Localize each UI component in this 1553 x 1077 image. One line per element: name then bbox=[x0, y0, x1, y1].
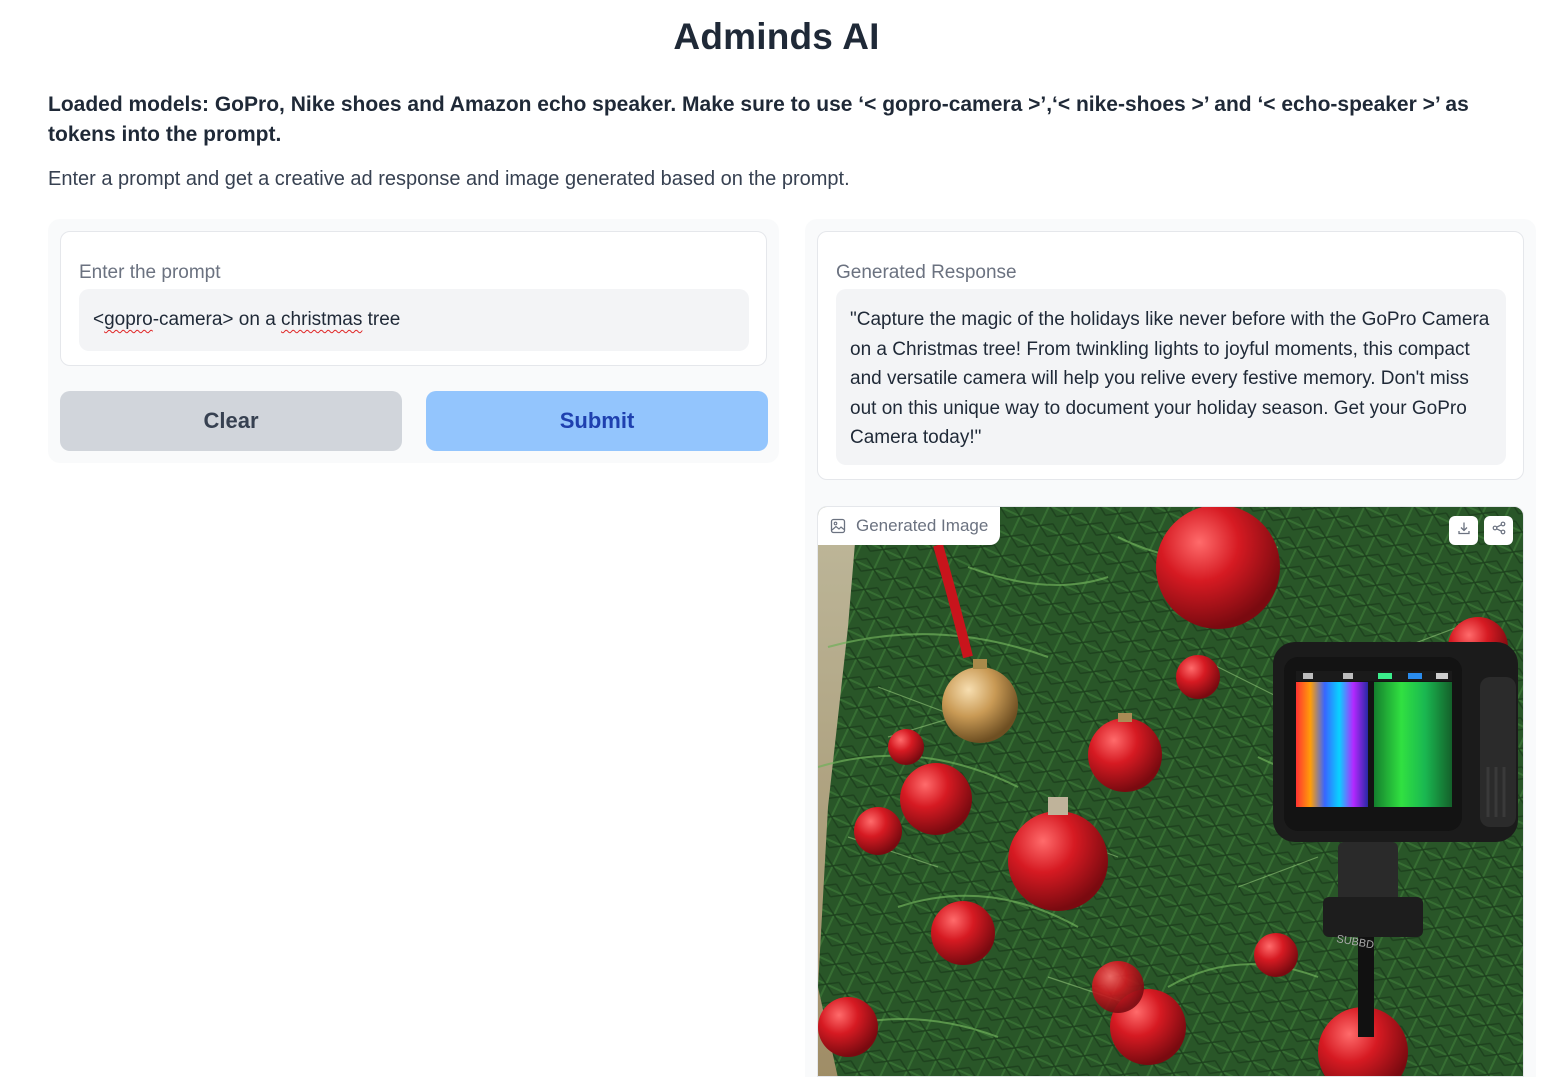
image-label: Generated Image bbox=[856, 516, 989, 535]
response-block: Generated Response "Capture the magic of… bbox=[817, 231, 1524, 480]
generated-image: SUBBD bbox=[818, 507, 1523, 1076]
prompt-text-part: -camera> on a bbox=[152, 309, 282, 330]
share-button[interactable] bbox=[1484, 516, 1513, 545]
image-label-badge: Generated Image bbox=[818, 507, 1001, 545]
prompt-textbox[interactable]: <gopro-camera> on a christmas tree bbox=[79, 289, 749, 351]
page-subtitle: Enter a prompt and get a creative ad res… bbox=[48, 168, 850, 190]
page-description: Loaded models: GoPro, Nike shoes and Ama… bbox=[48, 93, 1469, 146]
image-icon bbox=[830, 518, 846, 534]
prompt-block: Enter the prompt <gopro-camera> on a chr… bbox=[60, 231, 767, 366]
prompt-text-part: tree bbox=[362, 309, 401, 330]
clear-button[interactable]: Clear bbox=[60, 391, 402, 451]
prompt-text-misspelled: gopro bbox=[104, 309, 153, 330]
prompt-text-part: < bbox=[93, 309, 105, 330]
download-button[interactable] bbox=[1449, 516, 1478, 545]
submit-button[interactable]: Submit bbox=[426, 391, 768, 451]
generated-image-block: Generated Image SUBBD bbox=[817, 506, 1524, 1077]
prompt-label: Enter the prompt bbox=[79, 262, 221, 283]
prompt-text-misspelled: christmas bbox=[281, 309, 363, 330]
image-actions bbox=[1449, 516, 1513, 545]
response-label: Generated Response bbox=[836, 262, 1017, 283]
share-icon bbox=[1492, 521, 1506, 540]
download-icon bbox=[1457, 521, 1471, 540]
response-textbox[interactable]: "Capture the magic of the holidays like … bbox=[836, 289, 1506, 465]
output-panel: Generated Response "Capture the magic of… bbox=[805, 219, 1536, 1077]
input-panel: Enter the prompt <gopro-camera> on a chr… bbox=[48, 219, 779, 463]
page-title: Adminds AI bbox=[673, 16, 880, 57]
